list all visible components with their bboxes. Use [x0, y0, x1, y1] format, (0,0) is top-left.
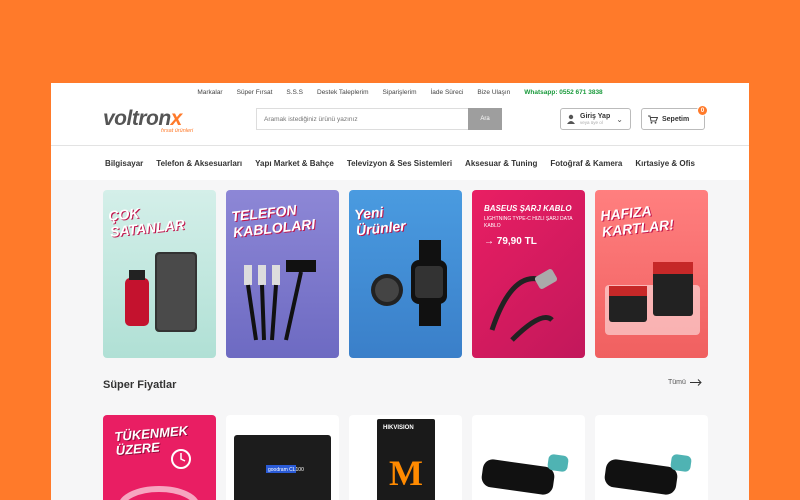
- product-name: goodram CL100: [268, 467, 304, 473]
- logo-x: x: [170, 107, 183, 130]
- search-input[interactable]: [256, 108, 468, 130]
- logo-tagline: fırsat ürünleri: [161, 128, 194, 134]
- chevron-down-icon: ⌄: [616, 114, 623, 124]
- nav-item-televizyon[interactable]: Televizyon & Ses Sistemleri: [347, 159, 452, 168]
- cable-image: [244, 260, 316, 341]
- search-bar: Ara: [256, 108, 502, 130]
- banner-cok-satanlar[interactable]: ÇOK SATANLAR: [103, 190, 216, 358]
- powerbank-image: [125, 252, 197, 332]
- topbar-link-destek[interactable]: Destek Taleplerim: [317, 89, 369, 96]
- topbar-link-iade[interactable]: İade Süreci: [431, 89, 464, 96]
- site-header: voltronx fırsat ürünleri Ara Giriş Yap v…: [51, 99, 749, 145]
- nav-item-fotograf[interactable]: Fotoğraf & Kamera: [550, 159, 622, 168]
- nav-item-kirtasiye[interactable]: Kırtasiye & Ofis: [635, 159, 695, 168]
- nav-item-yapi-market[interactable]: Yapı Market & Bahçe: [255, 159, 334, 168]
- top-links-bar: Markalar Süper Fırsat S.S.S Destek Talep…: [51, 83, 749, 99]
- login-button[interactable]: Giriş Yap veya üye ol ⌄: [560, 108, 631, 130]
- product-card[interactable]: TÜKENMEK ÜZERE: [103, 415, 216, 500]
- category-nav: Bilgisayar Telefon & Aksesuarları Yapı M…: [51, 145, 749, 180]
- banner-yeni-urunler[interactable]: Yeni Ürünler: [349, 190, 462, 358]
- topbar-link-siparislerim[interactable]: Siparişlerim: [383, 89, 417, 96]
- banner-telefon-kablolari[interactable]: TELEFON KABLOLARI: [226, 190, 339, 358]
- cart-icon: [648, 115, 658, 124]
- banner-hafiza-kartlari[interactable]: HAFIZA KARTLAR!: [595, 190, 708, 358]
- logo-text: voltron: [103, 107, 171, 130]
- whatsapp-link[interactable]: Whatsapp: 0552 671 3838: [524, 89, 602, 96]
- section-title: Süper Fiyatlar: [103, 379, 177, 391]
- banner-baseus-kablo[interactable]: BASEUS ŞARJ KABLO LIGHTNING TYPE-C HIZLI…: [472, 190, 585, 358]
- usb-flash-image: [604, 454, 692, 495]
- product-card[interactable]: [595, 415, 708, 500]
- product-card[interactable]: [472, 415, 585, 500]
- arrow-right-icon: [689, 379, 702, 386]
- topbar-link-markalar[interactable]: Markalar: [197, 89, 222, 96]
- login-label: Giriş Yap: [580, 113, 611, 120]
- topbar-link-bize-ulasin[interactable]: Bize Ulaşın: [477, 89, 510, 96]
- see-all-label: Tümü: [668, 379, 686, 386]
- banner-row: ÇOK SATANLAR TELEFON KABLOLARI Yeni Ürünler: [103, 190, 708, 358]
- search-button[interactable]: Ara: [468, 108, 502, 130]
- browser-page: Markalar Süper Fırsat S.S.S Destek Talep…: [51, 83, 749, 500]
- cart-count-badge: 0: [697, 105, 708, 116]
- cart-label: Sepetim: [662, 115, 690, 123]
- product-card[interactable]: M HIKVISION: [349, 415, 462, 500]
- topbar-link-sss[interactable]: S.S.S: [286, 89, 303, 96]
- product-card[interactable]: goodram CL100: [226, 415, 339, 500]
- cart-button[interactable]: Sepetim 0: [641, 105, 708, 130]
- nav-item-telefon[interactable]: Telefon & Aksesuarları: [156, 159, 242, 168]
- usb-flash-image: [481, 454, 569, 495]
- svg-text:M: M: [389, 453, 423, 493]
- ssd-image: [234, 435, 331, 500]
- topbar-link-super-firsat[interactable]: Süper Fırsat: [237, 89, 273, 96]
- product-row: TÜKENMEK ÜZERE goodram CL100 M HIKVISION: [103, 415, 708, 500]
- baseus-cable-image: [489, 269, 558, 342]
- product-name: HIKVISION: [383, 425, 414, 431]
- see-all-link[interactable]: Tümü: [668, 379, 702, 386]
- smartwatch-image: [371, 240, 447, 326]
- user-icon: [567, 114, 575, 124]
- memory-card-image: [605, 262, 700, 335]
- timer-icon: [120, 449, 198, 500]
- login-sublabel: veya üye ol: [580, 120, 603, 125]
- nav-item-bilgisayar[interactable]: Bilgisayar: [105, 159, 143, 168]
- nav-item-aksesuar[interactable]: Aksesuar & Tuning: [465, 159, 537, 168]
